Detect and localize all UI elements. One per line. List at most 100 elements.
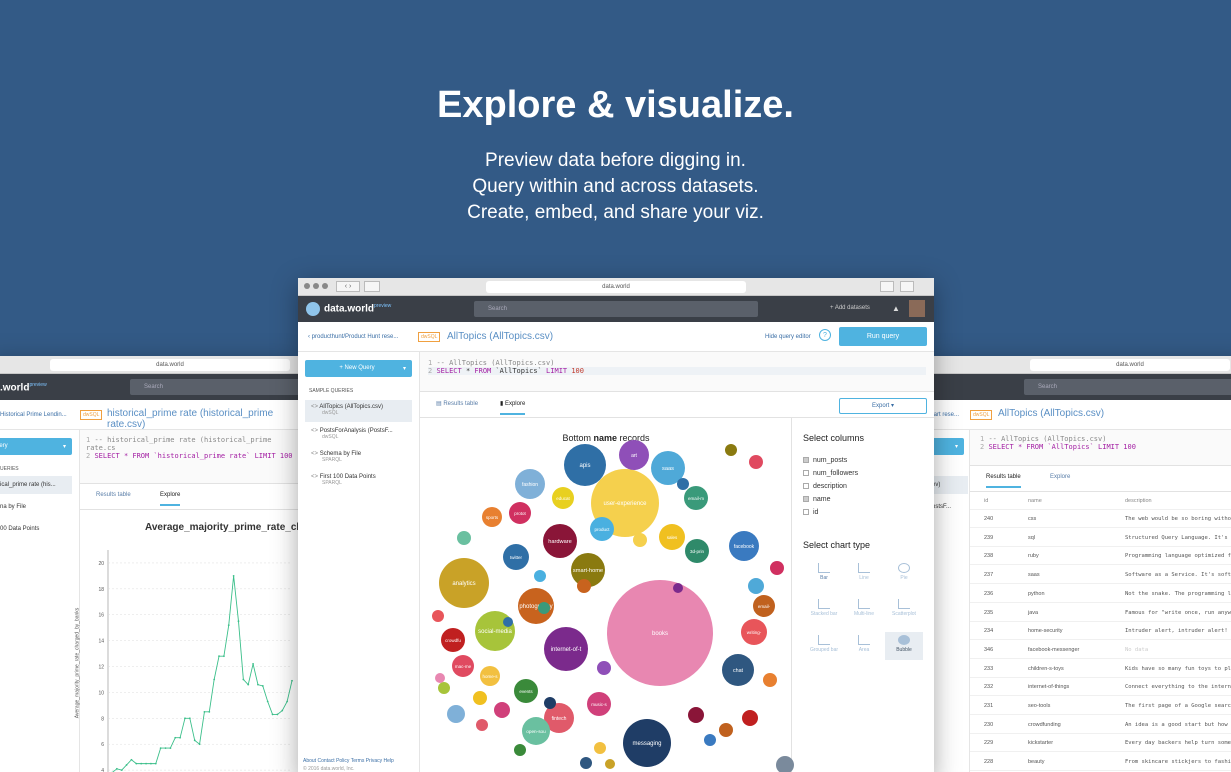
query-item[interactable]: <> Schema by File SPARQL [311, 451, 361, 463]
help-icon[interactable]: ? [819, 329, 831, 341]
search-input[interactable]: Search [474, 301, 758, 317]
bubble [742, 710, 758, 726]
chart-type-line[interactable]: Line [845, 560, 883, 588]
chart-type-scatterplot[interactable]: Scatterplot [885, 596, 923, 624]
query-item[interactable]: <> AllTopics (AllTopics.csv) dwSQL [305, 400, 412, 422]
url-bar[interactable]: data.world [50, 359, 290, 371]
footer-links[interactable]: About Contact Policy Terms Privacy Help [303, 758, 394, 764]
hide-query-editor-link[interactable]: Hide query editor [765, 334, 811, 340]
table-row[interactable]: 228 beauty From skincare stickjers to fash… [970, 753, 1231, 772]
data-point [232, 574, 235, 577]
logo[interactable]: data.worldpreview [324, 303, 391, 314]
chart-type-bar[interactable]: Bar [805, 560, 843, 588]
query-item[interactable]: ostsF... [932, 504, 951, 510]
column-header[interactable]: name [1028, 492, 1042, 510]
query-item[interactable]: na by File [0, 504, 26, 510]
column-option[interactable]: num_followers [803, 470, 858, 477]
data-point [193, 739, 196, 742]
bell-icon[interactable]: ▲ [892, 304, 900, 313]
table-row[interactable]: 230 crowdfunding An idea is a good start b… [970, 716, 1231, 734]
run-query-button[interactable]: Run query [839, 327, 927, 346]
chart-type-bubble[interactable]: Bubble [885, 632, 923, 660]
column-header[interactable]: description [1125, 492, 1152, 510]
tab-results[interactable]: Results table [986, 474, 1021, 488]
table-row[interactable]: 239 sql Structured Query Language. It's [970, 529, 1231, 547]
back-forward-icon[interactable]: ‹ › [336, 281, 360, 292]
checkbox[interactable] [803, 496, 809, 502]
column-option[interactable]: id [803, 509, 818, 516]
tab-explore[interactable]: Explore [1050, 474, 1070, 480]
tab-explore[interactable]: ▮ Explore [500, 400, 526, 415]
query-item[interactable]: <> First 100 Data Points SPARQL [311, 474, 376, 486]
query-item[interactable]: ev) [930, 476, 968, 494]
table-row[interactable]: 235 java Famous for "write once, run anyw [970, 604, 1231, 622]
column-option[interactable]: name [803, 496, 831, 503]
breadcrumb[interactable]: Historical Prime Lendin... [0, 412, 67, 418]
table-row[interactable]: 231 seo-tools The first page of a Google s… [970, 697, 1231, 715]
tab-results[interactable]: Results table [96, 492, 131, 498]
table-row[interactable]: 234 home-security Intruder alert, intruder… [970, 622, 1231, 641]
cell-id: 235 [984, 609, 994, 616]
search-input[interactable]: Search [130, 379, 300, 395]
query-item[interactable]: 00 Data Points [0, 526, 39, 532]
checkbox[interactable] [803, 483, 809, 489]
checkbox[interactable] [803, 457, 809, 463]
chart-type-grouped-bar[interactable]: Grouped bar [805, 632, 843, 660]
table-row[interactable]: 236 python Not the snake. The programming … [970, 585, 1231, 603]
code-line-1: -- AllTopics (AllTopics.csv) [436, 359, 555, 367]
breadcrumb[interactable]: ‹ producthunt/Product Hunt rese... [308, 334, 398, 340]
query-editor[interactable]: 1 -- AllTopics (AllTopics.csv) 2 SELECT … [970, 430, 1231, 466]
table-row[interactable]: 346 facebook-messenger No data [970, 641, 1231, 659]
new-query-button[interactable]: uery▾ [0, 438, 72, 455]
data-point [276, 713, 279, 716]
query-item[interactable]: ical_prime rate (his... [0, 476, 72, 494]
center-browser-window: ‹ › data.world data.worldpreview Search … [298, 278, 934, 772]
table-row[interactable]: 240 css The web would be so boring withou [970, 510, 1231, 528]
export-button[interactable]: Export ▾ [839, 398, 927, 414]
chart-type-pie[interactable]: Pie [885, 560, 923, 588]
tabs-icon[interactable] [900, 281, 914, 292]
cell-id: 233 [984, 665, 994, 672]
sidebar: uery▾ UERIES ical_prime rate (his... na … [0, 430, 80, 772]
query-editor[interactable]: 1 -- AllTopics (AllTopics.csv) 2 SELECT … [420, 352, 934, 392]
cell-name: crowdfunding [1028, 721, 1061, 728]
table-row[interactable]: 232 internet-of-things Connect everything … [970, 678, 1231, 697]
url-bar[interactable]: data.world [486, 281, 746, 293]
logo[interactable]: .worldpreview [0, 382, 47, 393]
checkbox[interactable] [803, 470, 809, 476]
add-datasets-button[interactable]: + Add datasets [830, 305, 870, 311]
column-header[interactable]: id [984, 492, 988, 510]
bubble-label: saas [662, 466, 674, 472]
bubble-label: educat [556, 496, 570, 501]
table-row[interactable]: 237 saas Software as a Service. It's soft [970, 566, 1231, 585]
search-input[interactable]: Search [1024, 379, 1231, 395]
new-query-button[interactable]: + New Query ▾ [305, 360, 412, 377]
window-controls[interactable] [304, 283, 310, 289]
tab-explore[interactable]: Explore [160, 492, 181, 506]
line-chart-svg: 4 6 8 10 12 14 16 18 20 [98, 550, 293, 772]
chart-type-multi-line[interactable]: Multi-line [845, 596, 883, 624]
table-row[interactable]: 229 kickstarter Every day backers help tur… [970, 734, 1231, 753]
sidebar-toggle-icon[interactable] [364, 281, 380, 292]
tab-results[interactable]: ▤ Results table [436, 400, 478, 407]
data-point [257, 683, 259, 686]
data-point [271, 713, 274, 716]
data-point [222, 655, 225, 658]
bubble [725, 444, 737, 456]
bubble-label: art [631, 453, 637, 459]
avatar[interactable] [909, 300, 925, 317]
bubble [749, 455, 763, 469]
chart-type-stacked-bar[interactable]: Stacked bar [805, 596, 843, 624]
table-row[interactable]: 233 children-s-toys Kids have so many fun … [970, 660, 1231, 678]
query-editor[interactable]: 1 -- historical_prime rate (historical_p… [80, 430, 300, 484]
column-option[interactable]: num_posts [803, 457, 847, 464]
new-query-button[interactable]: ▾ [930, 438, 964, 455]
breadcrumb[interactable]: tart rese... [932, 412, 959, 418]
table-row[interactable]: 238 ruby Programming language optimized f [970, 547, 1231, 566]
checkbox[interactable] [803, 509, 809, 515]
share-icon[interactable] [880, 281, 894, 292]
query-item[interactable]: <> PostsForAnalysis (PostsF... dwSQL [311, 428, 393, 440]
chart-type-area[interactable]: Area [845, 632, 883, 660]
column-option[interactable]: description [803, 483, 847, 490]
url-bar[interactable]: data.world [1030, 359, 1230, 371]
